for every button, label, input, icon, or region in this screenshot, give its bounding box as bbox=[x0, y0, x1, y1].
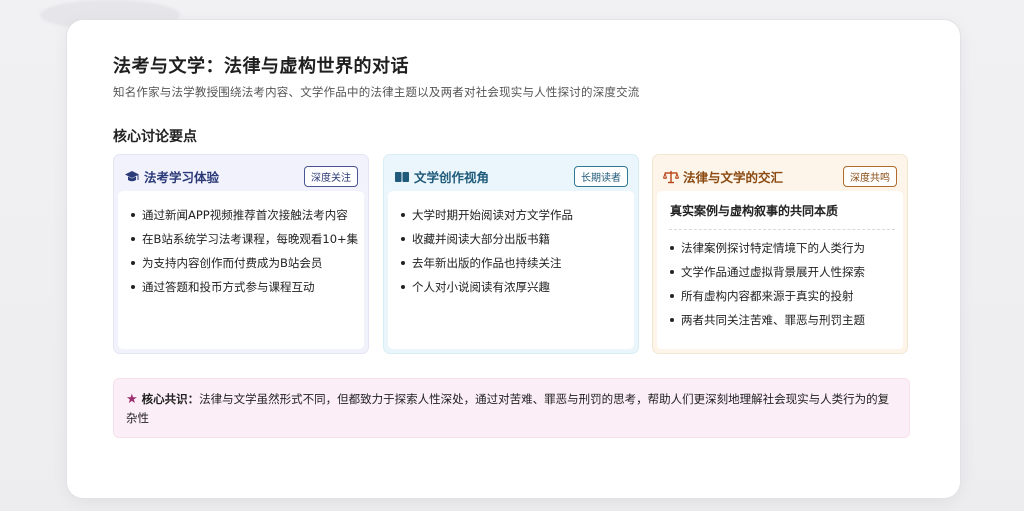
column-header: 法律与文学的交汇 深度共鸣 bbox=[662, 165, 897, 187]
list-item: 文学作品通过虚拟背景展开人性探索 bbox=[669, 260, 895, 284]
list-item: 在B站系统学习法考课程，每晚观看10+集 bbox=[130, 227, 358, 251]
column-header: 文学创作视角 长期读者 bbox=[394, 165, 628, 187]
list-item: 法律案例探讨特定情境下的人类行为 bbox=[669, 236, 895, 260]
list-item: 通过答题和投币方式参与课程互动 bbox=[130, 275, 356, 299]
list-item: 个人对小说阅读有浓厚兴趣 bbox=[400, 275, 626, 299]
column-law-exam: 法考学习体验 深度关注 通过新闻APP视频推荐首次接触法考内容 在B站系统学习法… bbox=[113, 154, 369, 354]
column-tag: 深度共鸣 bbox=[843, 165, 897, 187]
column-label: 法考学习体验 bbox=[144, 169, 220, 185]
divider bbox=[669, 229, 895, 230]
summary-card: 法考与文学：法律与虚构世界的对话 知名作家与法学教授围绕法考内容、文学作品中的法… bbox=[67, 20, 960, 498]
list-item: 通过新闻APP视频推荐首次接触法考内容 bbox=[130, 203, 356, 227]
column-label: 法律与文学的交汇 bbox=[683, 169, 784, 185]
graduation-cap-icon bbox=[124, 169, 140, 183]
column-tag: 深度关注 bbox=[304, 165, 358, 187]
column-tag: 长期读者 bbox=[574, 165, 628, 187]
column-heading: 真实案例与虚构叙事的共同本质 bbox=[670, 204, 839, 218]
consensus-box: ★ 核心共识：法律与文学虽然形式不同，但都致力于探索人性深处，通过对苦难、罪恶与刑… bbox=[113, 378, 910, 438]
list-item: 收藏并阅读大部分出版书籍 bbox=[400, 227, 626, 251]
list-item: 为支持内容创作而付费成为B站会员 bbox=[130, 251, 356, 275]
column-body: 真实案例与虚构叙事的共同本质 法律案例探讨特定情境下的人类行为 文学作品通过虚拟… bbox=[657, 191, 903, 349]
column-label: 文学创作视角 bbox=[414, 169, 490, 185]
list-item: 大学时期开始阅读对方文学作品 bbox=[400, 203, 626, 227]
scales-icon bbox=[662, 169, 680, 184]
consensus-label: 核心共识： bbox=[141, 392, 200, 406]
list-item: 去年新出版的作品也持续关注 bbox=[400, 251, 626, 275]
column-header: 法考学习体验 深度关注 bbox=[124, 165, 358, 187]
book-icon bbox=[394, 169, 410, 183]
consensus-text: ★ 核心共识：法律与文学虽然形式不同，但都致力于探索人性深处，通过对苦难、罪恶与刑… bbox=[126, 390, 895, 427]
star-icon: ★ bbox=[126, 392, 138, 407]
page-subtitle: 知名作家与法学教授围绕法考内容、文学作品中的法律主题以及两者对社会现实与人性探讨… bbox=[113, 85, 640, 99]
column-literature: 文学创作视角 长期读者 大学时期开始阅读对方文学作品 收藏并阅读大部分出版书籍 … bbox=[383, 154, 639, 354]
list-item: 所有虚构内容都来源于真实的投射 bbox=[669, 284, 895, 308]
consensus-body: 法律与文学虽然形式不同，但都致力于探索人性深处，通过对苦难、罪恶与刑罚的思考，帮… bbox=[126, 392, 890, 425]
list-item: 两者共同关注苦难、罪恶与刑罚主题 bbox=[669, 308, 895, 332]
column-body: 大学时期开始阅读对方文学作品 收藏并阅读大部分出版书籍 去年新出版的作品也持续关… bbox=[388, 191, 634, 349]
section-title: 核心讨论要点 bbox=[113, 129, 197, 145]
page-title: 法考与文学：法律与虚构世界的对话 bbox=[113, 56, 409, 77]
column-body: 通过新闻APP视频推荐首次接触法考内容 在B站系统学习法考课程，每晚观看10+集… bbox=[118, 191, 364, 349]
column-law-literature: 法律与文学的交汇 深度共鸣 真实案例与虚构叙事的共同本质 法律案例探讨特定情境下… bbox=[652, 154, 908, 354]
